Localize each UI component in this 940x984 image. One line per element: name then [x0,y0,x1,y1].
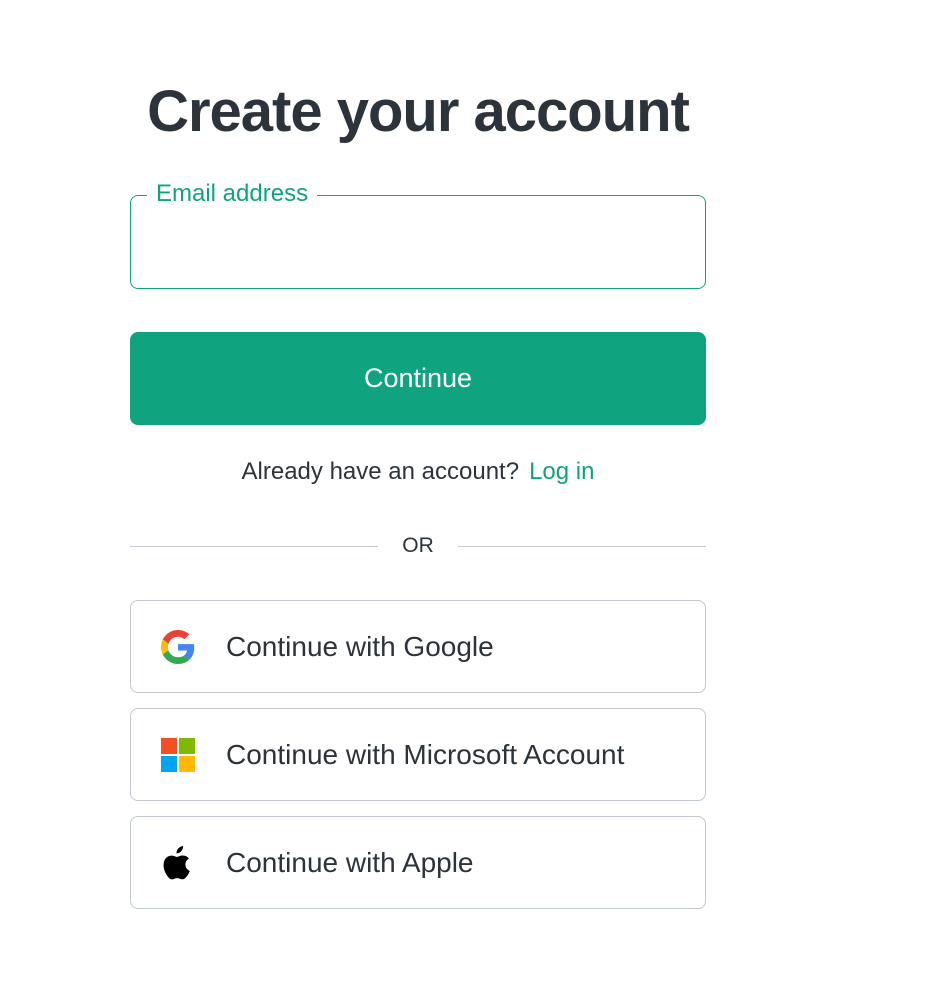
apple-icon [160,845,196,881]
email-field[interactable]: Email address [130,180,706,289]
signup-page: Create your account Email address Contin… [0,0,940,984]
apple-button[interactable]: Continue with Apple [130,816,706,909]
google-button-label: Continue with Google [226,630,494,662]
apple-button-label: Continue with Apple [226,846,474,878]
divider-line-right [458,546,706,547]
email-input[interactable] [153,222,683,262]
microsoft-button-label: Continue with Microsoft Account [226,738,625,770]
login-prompt-text: Already have an account? [241,458,520,485]
login-link[interactable]: Log in [529,458,594,485]
login-prompt: Already have an account? Log in [130,458,706,486]
or-divider: OR [130,534,706,560]
continue-button[interactable]: Continue [130,332,706,425]
google-icon [160,629,196,665]
microsoft-button[interactable]: Continue with Microsoft Account [130,708,706,801]
microsoft-icon [160,737,196,773]
google-button[interactable]: Continue with Google [130,600,706,693]
email-field-label: Email address [147,180,318,208]
page-title: Create your account [147,79,690,144]
